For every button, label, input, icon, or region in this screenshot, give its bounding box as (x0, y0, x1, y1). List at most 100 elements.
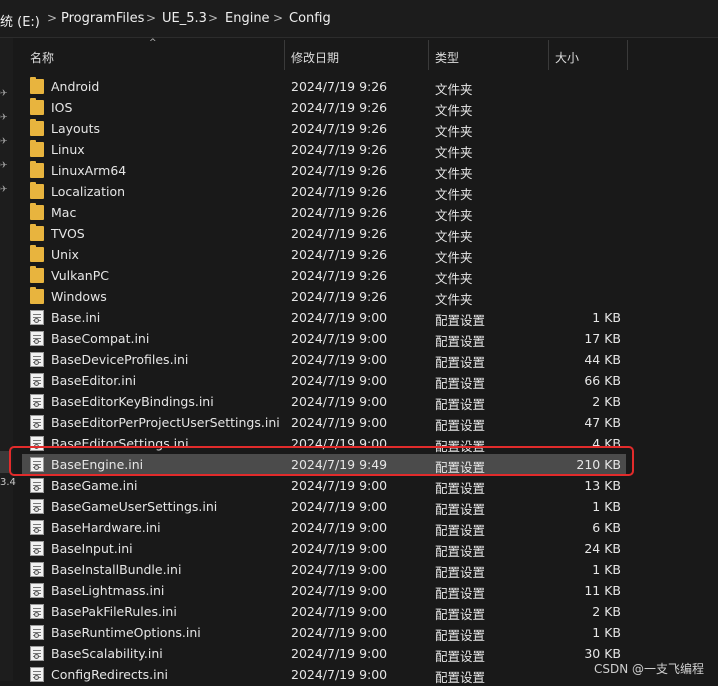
file-name: Windows (51, 289, 107, 304)
file-type: 文件夹 (435, 229, 473, 244)
table-row[interactable]: IOS 2024/7/19 9:26 文件夹 (22, 97, 626, 118)
file-type: 配置设置 (435, 397, 486, 412)
file-name: IOS (51, 100, 73, 115)
file-name: Unix (51, 247, 79, 262)
table-row[interactable]: BaseDeviceProfiles.ini 2024/7/19 9:00 配置设置… (22, 349, 626, 370)
settings-file-icon (30, 499, 44, 514)
file-name: BaseScalability.ini (51, 646, 163, 661)
file-size: 17 KB (584, 331, 621, 346)
table-row[interactable]: Android 2024/7/19 9:26 文件夹 (22, 76, 626, 97)
table-row[interactable]: BaseHardware.ini 2024/7/19 9:00 配置设置 6 KB (22, 517, 626, 538)
file-type: 文件夹 (435, 271, 473, 286)
file-date: 2024/7/19 9:00 (291, 310, 388, 325)
file-type: 配置设置 (435, 628, 486, 643)
table-row[interactable]: BaseRuntimeOptions.ini 2024/7/19 9:00 配置设置… (22, 622, 626, 643)
table-row[interactable]: BaseCompat.ini 2024/7/19 9:00 配置设置 17 KB (22, 328, 626, 349)
file-size: 1 KB (592, 499, 621, 514)
table-row[interactable]: Base.ini 2024/7/19 9:00 配置设置 1 KB (22, 307, 626, 328)
table-row[interactable]: Layouts 2024/7/19 9:26 文件夹 (22, 118, 626, 139)
file-size: 30 KB (584, 646, 621, 661)
table-row[interactable]: BaseGameUserSettings.ini 2024/7/19 9:00 配置… (22, 496, 626, 517)
table-row[interactable]: BaseLightmass.ini 2024/7/19 9:00 配置设置 11 KB (22, 580, 626, 601)
file-name: BaseInstallBundle.ini (51, 562, 182, 577)
file-date: 2024/7/19 9:00 (291, 478, 388, 493)
file-date: 2024/7/19 9:00 (291, 583, 388, 598)
file-size: 2 KB (592, 394, 621, 409)
file-name: BaseGame.ini (51, 478, 138, 493)
folder-icon (30, 266, 44, 283)
file-date: 2024/7/19 9:00 (291, 415, 388, 430)
file-size: 6 KB (592, 520, 621, 535)
folder-icon (30, 119, 44, 136)
file-date: 2024/7/19 9:26 (291, 100, 388, 115)
table-row[interactable]: VulkanPC 2024/7/19 9:26 文件夹 (22, 265, 626, 286)
file-type: 文件夹 (435, 292, 473, 307)
table-row[interactable]: Mac 2024/7/19 9:26 文件夹 (22, 202, 626, 223)
settings-file-icon (30, 478, 44, 493)
table-row[interactable]: ConfigRedirects.ini 2024/7/19 9:00 配置设置 (22, 664, 626, 685)
file-type: 文件夹 (435, 250, 473, 265)
file-date: 2024/7/19 9:00 (291, 604, 388, 619)
table-row[interactable]: BasePakFileRules.ini 2024/7/19 9:00 配置设置 2 … (22, 601, 626, 622)
settings-file-icon (30, 394, 44, 409)
table-row[interactable]: Linux 2024/7/19 9:26 文件夹 (22, 139, 626, 160)
file-size: 1 KB (592, 625, 621, 640)
file-type: 配置设置 (435, 607, 486, 622)
folder-icon (30, 203, 44, 220)
file-date: 2024/7/19 9:00 (291, 352, 388, 367)
file-date: 2024/7/19 9:26 (291, 268, 388, 283)
table-row[interactable]: BaseInstallBundle.ini 2024/7/19 9:00 配置设置 1… (22, 559, 626, 580)
table-row[interactable]: BaseEditor.ini 2024/7/19 9:00 配置设置 66 KB (22, 370, 626, 391)
file-type: 文件夹 (435, 187, 473, 202)
table-row[interactable]: BaseInput.ini 2024/7/19 9:00 配置设置 24 KB (22, 538, 626, 559)
settings-file-icon (30, 310, 44, 325)
file-type: 配置设置 (435, 355, 486, 370)
table-row[interactable]: Localization 2024/7/19 9:26 文件夹 (22, 181, 626, 202)
file-date: 2024/7/19 9:26 (291, 226, 388, 241)
file-name: Linux (51, 142, 85, 157)
file-name: BaseHardware.ini (51, 520, 161, 535)
file-name: BaseGameUserSettings.ini (51, 499, 218, 514)
file-name: BaseEditor.ini (51, 373, 137, 388)
table-row[interactable]: BaseGame.ini 2024/7/19 9:00 配置设置 13 KB (22, 475, 626, 496)
table-row[interactable]: TVOS 2024/7/19 9:26 文件夹 (22, 223, 626, 244)
table-row[interactable]: BaseEditorPerProjectUserSettings.ini 2024… (22, 412, 626, 433)
settings-file-icon (30, 415, 44, 430)
file-name: BaseRuntimeOptions.ini (51, 625, 201, 640)
file-type: 文件夹 (435, 208, 473, 223)
table-row[interactable]: Windows 2024/7/19 9:26 文件夹 (22, 286, 626, 307)
file-size: 11 KB (584, 583, 621, 598)
table-row[interactable]: Unix 2024/7/19 9:26 文件夹 (22, 244, 626, 265)
file-name: Mac (51, 205, 77, 220)
table-row[interactable]: LinuxArm64 2024/7/19 9:26 文件夹 (22, 160, 626, 181)
settings-file-icon (30, 541, 44, 556)
folder-icon (30, 161, 44, 178)
file-type: 文件夹 (435, 124, 473, 139)
file-type: 文件夹 (435, 145, 473, 160)
file-name: BasePakFileRules.ini (51, 604, 177, 619)
file-date: 2024/7/19 9:26 (291, 79, 388, 94)
file-size: 47 KB (584, 415, 621, 430)
file-date: 2024/7/19 9:00 (291, 562, 388, 577)
file-name: VulkanPC (51, 268, 109, 283)
file-type: 配置设置 (435, 649, 486, 664)
file-type: 配置设置 (435, 481, 486, 496)
file-name: LinuxArm64 (51, 163, 127, 178)
file-date: 2024/7/19 9:00 (291, 520, 388, 535)
file-type: 文件夹 (435, 103, 473, 118)
file-date: 2024/7/19 9:00 (291, 646, 388, 661)
settings-file-icon (30, 562, 44, 577)
file-name: BaseInput.ini (51, 541, 133, 556)
folder-icon (30, 98, 44, 115)
file-date: 2024/7/19 9:26 (291, 289, 388, 304)
file-date: 2024/7/19 9:00 (291, 625, 388, 640)
file-size: 1 KB (592, 310, 621, 325)
file-size: 44 KB (584, 352, 621, 367)
file-list: Android 2024/7/19 9:26 文件夹 IOS 2024/7/19 9:2… (0, 0, 718, 685)
file-type: 配置设置 (435, 418, 486, 433)
table-row[interactable]: BaseScalability.ini 2024/7/19 9:00 配置设置 30 … (22, 643, 626, 664)
folder-icon (30, 77, 44, 94)
folder-icon (30, 140, 44, 157)
table-row[interactable]: BaseEditorKeyBindings.ini 2024/7/19 9:00 配… (22, 391, 626, 412)
settings-file-icon (30, 625, 44, 640)
